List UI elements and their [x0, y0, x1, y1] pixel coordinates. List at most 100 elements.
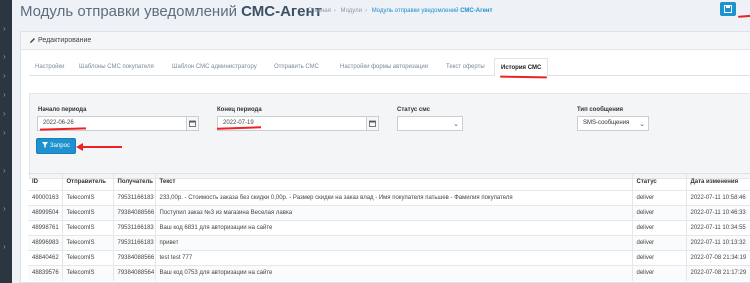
cell-id: 48998761 [28, 220, 63, 236]
end-calendar-button[interactable] [367, 116, 379, 131]
table-header-row: ID Отправитель Получатель Текст Статус Д… [28, 173, 750, 191]
annotation-arrow [80, 146, 122, 148]
column-header-id[interactable]: ID [28, 173, 63, 191]
message-type-select[interactable]: SMS-сообщения ⌄ [577, 116, 649, 131]
annotation-underline [737, 14, 750, 18]
pencil-icon [30, 38, 35, 43]
cell-text: привет [155, 235, 633, 251]
save-icon [724, 5, 732, 13]
table-row: 48839576 TelecomIS 79384088564 Ваш код 0… [28, 265, 750, 281]
column-header-sender[interactable]: Отправитель [62, 173, 114, 191]
tab-send-sms[interactable]: Отправить СМС [268, 58, 325, 76]
chevron-right-icon[interactable]: › [3, 53, 9, 61]
column-header-recipient[interactable]: Получатель [113, 173, 156, 191]
cell-text: 233,00р. - Стоимость заказа без скидки 0… [155, 190, 633, 206]
cell-sender: TelecomIS [62, 235, 114, 251]
cell-sender: TelecomIS [62, 250, 114, 266]
cell-sender: TelecomIS [62, 220, 114, 236]
calendar-icon [369, 120, 376, 127]
start-date-label: Начало периода [38, 107, 87, 113]
cell-text: Поступил заказ №3 из магазина Веселая ла… [155, 205, 633, 221]
cell-date: 2022-07-11 10:13:32 [686, 235, 750, 251]
page-header: Модуль отправки уведомлений СМС-Агент Гл… [12, 0, 750, 26]
panel-heading: Редактирование [21, 32, 750, 50]
tab-customer-sms-templates[interactable]: Шаблоны СМС покупателя [73, 58, 160, 76]
cell-text: test test 777 [155, 250, 633, 266]
table-row: 48996983 TelecomIS 79531166183 привет de… [28, 235, 750, 251]
tab-admin-sms-template[interactable]: Шаблон СМС администратору [166, 58, 263, 76]
chevron-right-icon[interactable]: › [3, 129, 9, 137]
cell-sender: TelecomIS [62, 265, 114, 281]
panel-title: Редактирование [38, 37, 92, 44]
chevron-right-icon[interactable]: › [3, 25, 9, 33]
filter-icon [42, 142, 49, 149]
message-type-value: SMS-сообщения [583, 120, 630, 126]
cell-recipient: 79384088566 [113, 205, 156, 221]
tab-bar: Настройки Шаблоны СМС покупателя Шаблон … [29, 58, 750, 77]
cell-id: 49000163 [28, 190, 63, 206]
end-date-label: Конец периода [217, 107, 262, 113]
cell-recipient: 79384088564 [113, 265, 156, 281]
sms-status-select[interactable]: ⌄ [397, 116, 463, 131]
query-button[interactable]: Запрос [36, 138, 76, 154]
breadcrumb-item[interactable]: Главная [308, 8, 331, 14]
page-title: Модуль отправки уведомлений СМС-Агент [20, 3, 322, 20]
table-row: 48840462 TelecomIS 79384088566 test test… [28, 250, 750, 266]
tab-settings[interactable]: Настройки [29, 58, 70, 76]
breadcrumb-item[interactable]: Модули [341, 8, 363, 14]
cell-recipient: 79531166183 [113, 235, 156, 251]
table-row: 48998761 TelecomIS 79531166183 Ваш код 6… [28, 220, 750, 236]
filter-panel [29, 93, 750, 179]
query-button-label: Запрос [50, 143, 70, 149]
sidebar: › › › › › › › › › [0, 0, 12, 283]
breadcrumb: Главная › Модули › Модуль отправки уведомл… [308, 8, 493, 14]
cell-date: 2022-07-11 10:34:55 [686, 220, 750, 236]
calendar-icon [189, 120, 196, 127]
cell-text: Ваш код 6831 для авторизации на сайте [155, 220, 633, 236]
cell-id: 48840462 [28, 250, 63, 266]
cell-status: deliver [632, 190, 687, 206]
breadcrumb-item[interactable]: Модуль отправки уведомлений [372, 8, 459, 14]
sms-status-label: Статус смс [397, 107, 430, 113]
sms-history-table: ID Отправитель Получатель Текст Статус Д… [28, 173, 750, 281]
cell-status: deliver [632, 250, 687, 266]
chevron-right-icon[interactable]: › [3, 110, 9, 118]
chevron-right-icon[interactable]: › [3, 72, 9, 80]
chevron-down-icon: ⌄ [453, 121, 459, 128]
chevron-right-icon[interactable]: › [3, 91, 9, 99]
cell-text: Ваш код 0753 для авторизации на сайте [155, 265, 633, 281]
start-calendar-button[interactable] [187, 116, 199, 131]
message-type-label: Тип сообщения [577, 107, 624, 113]
cell-date: 2022-07-11 10:58:46 [686, 190, 750, 206]
cell-status: deliver [632, 265, 687, 281]
table-row: 48999504 TelecomIS 79384088566 Поступил … [28, 205, 750, 221]
breadcrumb-current[interactable]: СМС-Агент [460, 8, 492, 14]
cell-date: 2022-07-11 10:46:33 [686, 205, 750, 221]
cell-date: 2022-07-08 21:17:29 [686, 265, 750, 281]
chevron-right-icon[interactable]: › [3, 205, 9, 213]
cell-recipient: 79531166183 [113, 190, 156, 206]
tab-sms-history[interactable]: История СМС [494, 58, 549, 77]
cell-sender: TelecomIS [62, 205, 114, 221]
chevron-right-icon[interactable]: › [3, 167, 9, 175]
column-header-date[interactable]: Дата изменения [686, 173, 750, 191]
cell-status: deliver [632, 220, 687, 236]
tab-offer-text[interactable]: Текст оферты [440, 58, 491, 76]
annotation-arrow-head [76, 143, 83, 151]
cell-id: 48996983 [28, 235, 63, 251]
cell-status: deliver [632, 235, 687, 251]
chevron-right-icon[interactable]: › [3, 243, 9, 251]
cell-date: 2022-07-08 21:34:19 [686, 250, 750, 266]
cell-recipient: 79384088566 [113, 250, 156, 266]
cell-sender: TelecomIS [62, 190, 114, 206]
cell-recipient: 79531166183 [113, 220, 156, 236]
tab-auth-form-settings[interactable]: Настройки формы авторизации [334, 58, 434, 76]
save-button[interactable] [720, 2, 736, 16]
chevron-down-icon: ⌄ [639, 121, 645, 128]
table-row: 49000163 TelecomIS 79531166183 233,00р. … [28, 190, 750, 206]
cell-status: deliver [632, 205, 687, 221]
column-header-text[interactable]: Текст [155, 173, 633, 191]
column-header-status[interactable]: Статус [632, 173, 687, 191]
cell-id: 48839576 [28, 265, 63, 281]
cell-id: 48999504 [28, 205, 63, 221]
